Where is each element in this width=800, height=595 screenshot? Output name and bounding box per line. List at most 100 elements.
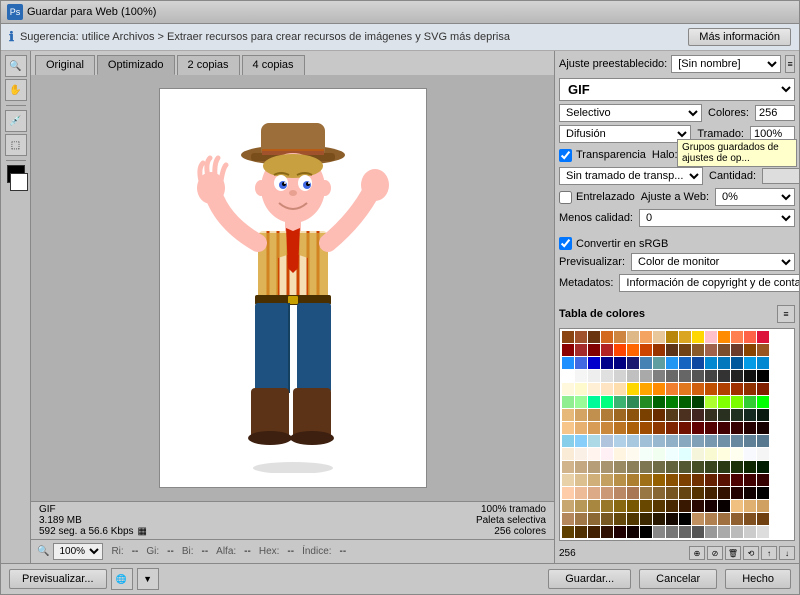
color-cell[interactable]: [614, 422, 626, 434]
color-cell[interactable]: [575, 435, 587, 447]
color-cell[interactable]: [640, 331, 652, 343]
color-cell[interactable]: [601, 409, 613, 421]
color-cell[interactable]: [731, 513, 743, 525]
color-cell[interactable]: [705, 435, 717, 447]
color-cell[interactable]: [575, 383, 587, 395]
color-cell[interactable]: [575, 357, 587, 369]
color-cell[interactable]: [731, 357, 743, 369]
color-cell[interactable]: [562, 357, 574, 369]
color-cell[interactable]: [653, 526, 665, 538]
color-cell[interactable]: [653, 422, 665, 434]
color-cell[interactable]: [692, 526, 704, 538]
color-cell[interactable]: [627, 435, 639, 447]
color-cell[interactable]: [744, 448, 756, 460]
color-cell[interactable]: [692, 513, 704, 525]
ct-btn-1[interactable]: ⊕: [689, 546, 705, 560]
web-snap-select[interactable]: 0% 1% 2%: [715, 188, 795, 206]
preview-select[interactable]: Color de monitor: [631, 253, 795, 271]
color-cell[interactable]: [757, 448, 769, 460]
color-cell[interactable]: [666, 461, 678, 473]
color-cell[interactable]: [666, 357, 678, 369]
color-cell[interactable]: [666, 370, 678, 382]
color-cell[interactable]: [640, 500, 652, 512]
color-cell[interactable]: [705, 474, 717, 486]
color-cell[interactable]: [757, 513, 769, 525]
color-cell[interactable]: [705, 383, 717, 395]
color-cell[interactable]: [692, 370, 704, 382]
color-cell[interactable]: [588, 357, 600, 369]
color-cell[interactable]: [575, 448, 587, 460]
tab-2-copias[interactable]: 2 copias: [177, 55, 240, 75]
color-cell[interactable]: [679, 344, 691, 356]
color-cell[interactable]: [692, 409, 704, 421]
color-cell[interactable]: [640, 409, 652, 421]
color-cell[interactable]: [757, 357, 769, 369]
color-cell[interactable]: [666, 448, 678, 460]
color-cell[interactable]: [562, 448, 574, 460]
color-cell[interactable]: [601, 396, 613, 408]
color-cell[interactable]: [562, 474, 574, 486]
color-cell[interactable]: [718, 487, 730, 499]
color-cell[interactable]: [692, 448, 704, 460]
color-cell[interactable]: [575, 526, 587, 538]
cancel-button[interactable]: Cancelar: [639, 569, 717, 589]
color-cell[interactable]: [627, 357, 639, 369]
color-cell[interactable]: [666, 513, 678, 525]
color-cell[interactable]: [679, 396, 691, 408]
presets-menu-btn[interactable]: ≡: [785, 55, 795, 73]
color-cell[interactable]: [731, 500, 743, 512]
color-cell[interactable]: [718, 513, 730, 525]
color-cell[interactable]: [718, 344, 730, 356]
color-cell[interactable]: [666, 422, 678, 434]
color-cell[interactable]: [679, 526, 691, 538]
color-cell[interactable]: [640, 513, 652, 525]
color-cell[interactable]: [653, 513, 665, 525]
color-cell[interactable]: [679, 435, 691, 447]
tab-original[interactable]: Original: [35, 55, 95, 75]
less-quality-select[interactable]: 0 1 2: [639, 209, 795, 227]
color-cell[interactable]: [653, 500, 665, 512]
background-color[interactable]: [10, 173, 28, 191]
color-cell[interactable]: [627, 396, 639, 408]
color-cell[interactable]: [705, 331, 717, 343]
color-cell[interactable]: [640, 370, 652, 382]
settings-icon[interactable]: ▼: [137, 568, 159, 590]
color-cell[interactable]: [718, 474, 730, 486]
color-cell[interactable]: [744, 409, 756, 421]
color-cell[interactable]: [614, 370, 626, 382]
color-cell[interactable]: [692, 422, 704, 434]
color-cell[interactable]: [601, 500, 613, 512]
color-cell[interactable]: [627, 474, 639, 486]
color-cell[interactable]: [666, 435, 678, 447]
color-cell[interactable]: [653, 409, 665, 421]
color-cell[interactable]: [653, 461, 665, 473]
color-cell[interactable]: [731, 370, 743, 382]
color-cell[interactable]: [692, 357, 704, 369]
color-cell[interactable]: [692, 331, 704, 343]
color-table-menu-btn[interactable]: ≡: [777, 305, 795, 323]
color-cell[interactable]: [562, 409, 574, 421]
ct-btn-3[interactable]: 🗑: [725, 546, 741, 560]
color-cell[interactable]: [601, 487, 613, 499]
color-cell[interactable]: [614, 409, 626, 421]
color-cell[interactable]: [692, 474, 704, 486]
ct-btn-2[interactable]: ⊘: [707, 546, 723, 560]
color-cell[interactable]: [666, 526, 678, 538]
color-cell[interactable]: [666, 383, 678, 395]
color-cell[interactable]: [679, 357, 691, 369]
ct-btn-6[interactable]: ↓: [779, 546, 795, 560]
color-cell[interactable]: [731, 422, 743, 434]
color-cell[interactable]: [588, 513, 600, 525]
color-cell[interactable]: [588, 448, 600, 460]
color-cell[interactable]: [562, 370, 574, 382]
color-cell[interactable]: [575, 409, 587, 421]
color-cell[interactable]: [679, 409, 691, 421]
color-cell[interactable]: [601, 448, 613, 460]
color-cell[interactable]: [614, 513, 626, 525]
color-cell[interactable]: [562, 383, 574, 395]
color-cell[interactable]: [575, 422, 587, 434]
color-cell[interactable]: [653, 448, 665, 460]
color-cell[interactable]: [744, 435, 756, 447]
color-cell[interactable]: [705, 409, 717, 421]
color-cell[interactable]: [744, 500, 756, 512]
